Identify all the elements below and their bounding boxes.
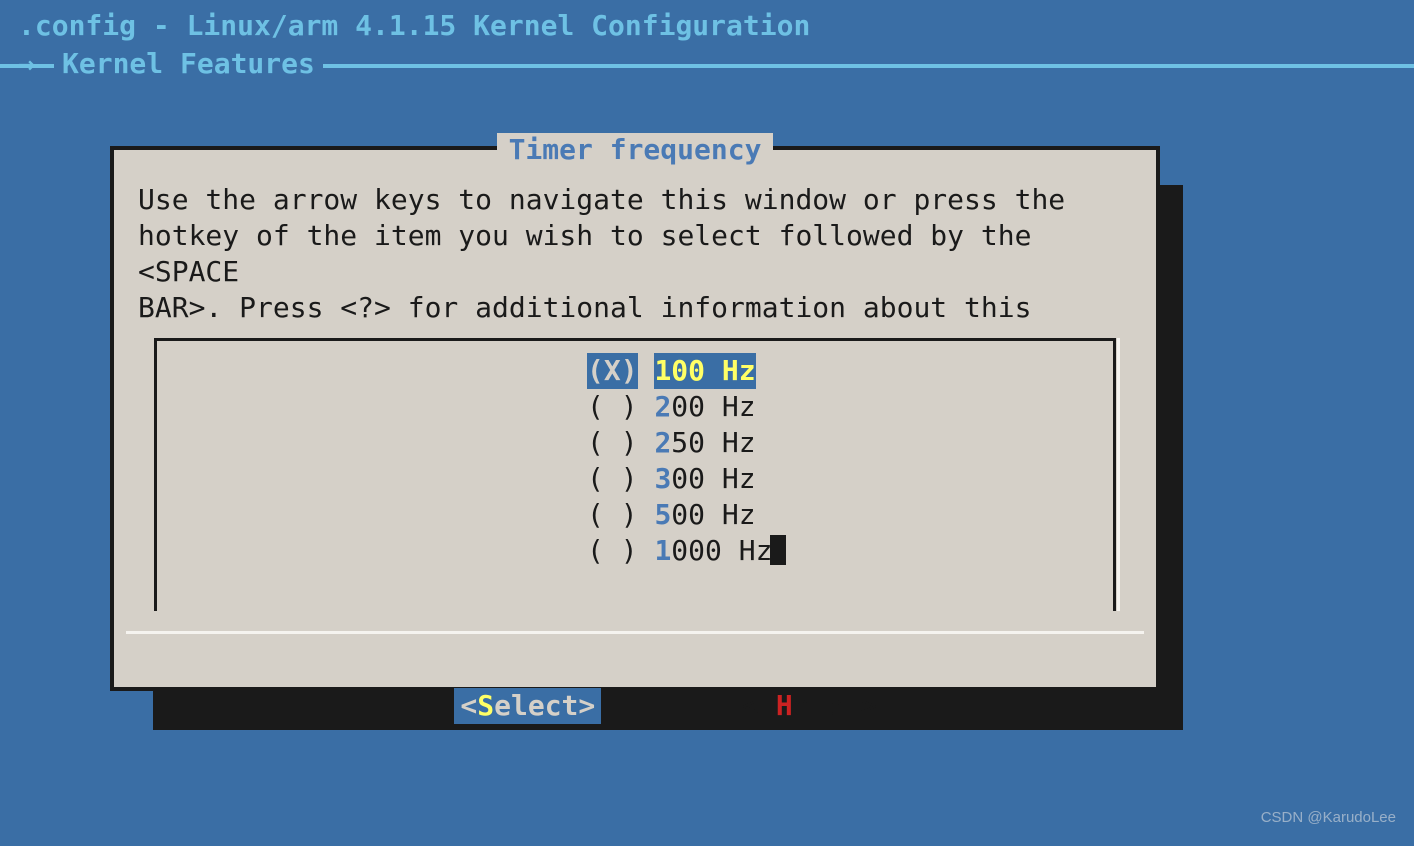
timer-frequency-dialog: Timer frequency Use the arrow keys to na… [110, 146, 1160, 691]
option-label: 300 Hz [654, 461, 755, 497]
listbox-highlight-edge [1117, 338, 1120, 611]
breadcrumb: → Kernel Features [0, 46, 1414, 82]
button-row-separator [126, 631, 1144, 634]
radio-mark: (X) [587, 353, 638, 389]
button-gap [601, 689, 736, 722]
radio-mark: ( ) [587, 497, 638, 533]
option-hotkey: 3 [654, 462, 671, 495]
option-hotkey: 2 [654, 390, 671, 423]
option-1000-Hz[interactable]: ( ) 1000 Hz [157, 533, 1113, 569]
option-label: 1000 Hz [654, 533, 772, 569]
radio-mark: ( ) [587, 389, 638, 425]
text-cursor-icon [770, 535, 786, 565]
select-button[interactable]: <Select> [454, 688, 601, 724]
dialog-buttons: <Select> < Help > [114, 652, 1156, 760]
dialog-instructions: Use the arrow keys to navigate this wind… [114, 150, 1156, 332]
arrow-icon: → [18, 46, 35, 82]
option-300-Hz[interactable]: ( ) 300 Hz [157, 461, 1113, 497]
option-hotkey: 1 [654, 534, 671, 567]
watermark: CSDN @KarudoLee [1261, 800, 1396, 836]
radio-mark: ( ) [587, 425, 638, 461]
option-hotkey: 1 [654, 354, 671, 387]
option-label: 200 Hz [654, 389, 755, 425]
radio-mark: ( ) [587, 533, 638, 569]
option-200-Hz[interactable]: ( ) 200 Hz [157, 389, 1113, 425]
config-title: .config - Linux/arm 4.1.15 Kernel Config… [0, 0, 1414, 44]
option-500-Hz[interactable]: ( ) 500 Hz [157, 497, 1113, 533]
dialog-title: Timer frequency [114, 132, 1156, 168]
option-list[interactable]: (X) 100 Hz( ) 200 Hz( ) 250 Hz( ) 300 Hz… [154, 338, 1116, 611]
option-250-Hz[interactable]: ( ) 250 Hz [157, 425, 1113, 461]
option-label: 500 Hz [654, 497, 755, 533]
option-label: 250 Hz [654, 425, 755, 461]
option-hotkey: 5 [654, 498, 671, 531]
option-hotkey: 2 [654, 426, 671, 459]
radio-mark: ( ) [587, 461, 638, 497]
breadcrumb-label: Kernel Features [54, 46, 323, 82]
option-100-Hz[interactable]: (X) 100 Hz [157, 353, 1113, 389]
option-label: 100 Hz [654, 353, 755, 389]
help-button[interactable]: < Help > [736, 688, 883, 724]
